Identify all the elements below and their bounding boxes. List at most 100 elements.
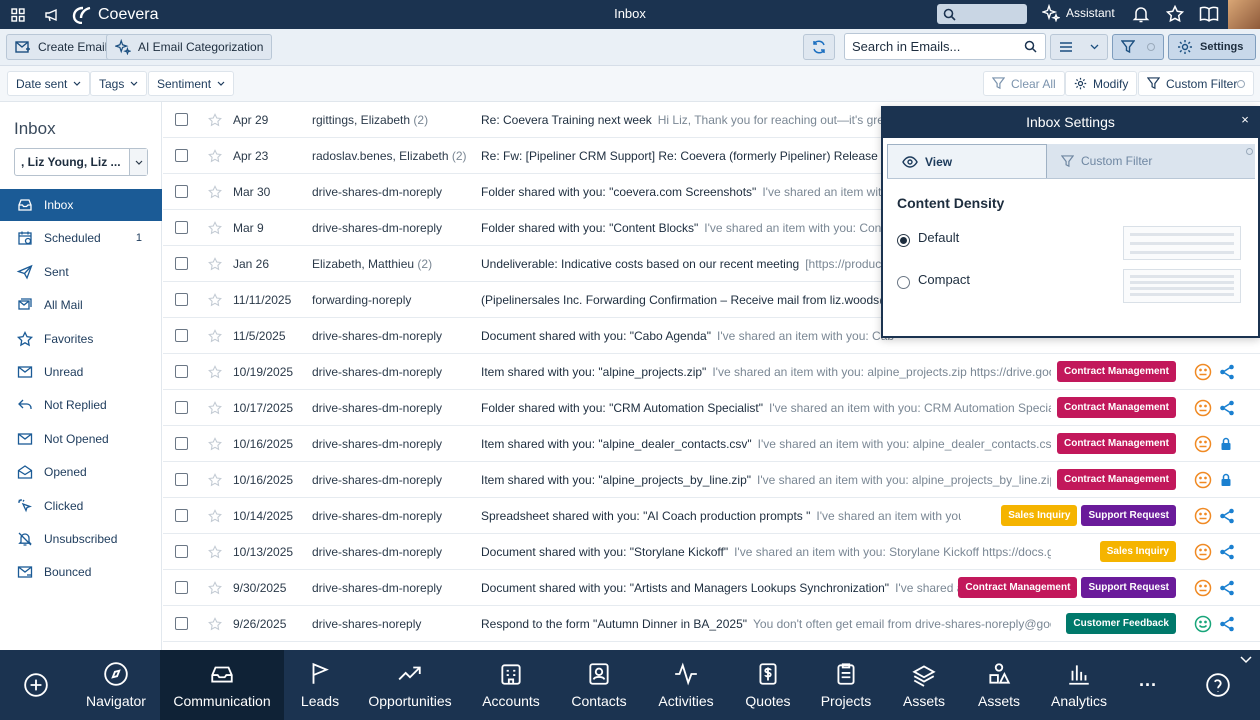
favorite-star-icon[interactable] [208, 472, 222, 487]
collapse-chevron-icon[interactable] [1240, 656, 1252, 664]
row-action[interactable] [1219, 544, 1235, 560]
category-tag[interactable]: Contract Management [1056, 397, 1176, 418]
modify-button[interactable]: Modify [1065, 71, 1138, 96]
apps-grid-icon[interactable] [7, 4, 29, 26]
email-row[interactable]: 9/30/2025 drive-shares-dm-noreply Document… [163, 570, 1260, 606]
settings-button[interactable]: Settings [1168, 34, 1256, 60]
brand-logo[interactable]: Coevera [71, 6, 158, 24]
category-tag[interactable]: Sales Inquiry [1099, 541, 1176, 562]
email-search-input[interactable]: Search in Emails... [844, 33, 1046, 60]
nav-activities[interactable]: Activities [640, 650, 732, 720]
refresh-button[interactable] [803, 34, 835, 60]
row-action[interactable] [1219, 616, 1235, 632]
tags-filter[interactable]: Tags [90, 71, 148, 96]
view-mode-dropdown[interactable] [1050, 34, 1108, 60]
favorite-star-icon[interactable] [208, 400, 222, 415]
global-search-input[interactable] [937, 4, 1027, 24]
close-icon[interactable]: × [1232, 106, 1258, 132]
category-tag[interactable]: Customer Feedback [1066, 613, 1176, 634]
ai-categorization-button[interactable]: AI Email Categorization [106, 34, 273, 60]
sentiment-indicator[interactable] [1194, 363, 1212, 381]
sidebar-item-scheduled[interactable]: Scheduled 1 [0, 222, 162, 254]
sentiment-indicator[interactable] [1194, 579, 1212, 597]
row-checkbox[interactable] [175, 329, 188, 342]
user-select[interactable]: , Liz Young, Liz ... [14, 148, 148, 176]
favorite-star-icon[interactable] [208, 148, 222, 163]
row-checkbox[interactable] [175, 617, 188, 630]
nav-assets[interactable]: Assets [888, 650, 960, 720]
sentiment-indicator[interactable] [1194, 543, 1212, 561]
row-action[interactable] [1219, 400, 1235, 416]
row-checkbox[interactable] [175, 473, 188, 486]
favorite-star-icon[interactable] [208, 616, 222, 631]
nav-analytics[interactable]: Analytics [1038, 650, 1120, 720]
email-row[interactable]: 10/16/2025 drive-shares-dm-noreply Item sh… [163, 426, 1260, 462]
sidebar-item-not-replied[interactable]: Not Replied [0, 389, 162, 421]
clear-all-button[interactable]: Clear All [983, 71, 1065, 96]
favorite-star-icon[interactable] [208, 220, 222, 235]
row-action[interactable] [1219, 508, 1235, 524]
assistant-button[interactable]: Assistant [1042, 4, 1115, 22]
row-checkbox[interactable] [175, 293, 188, 306]
sidebar-item-clicked[interactable]: Clicked [0, 490, 162, 522]
favorite-star-icon[interactable] [208, 436, 222, 451]
email-row[interactable]: 10/19/2025 drive-shares-dm-noreply Item sh… [163, 354, 1260, 390]
row-checkbox[interactable] [175, 221, 188, 234]
row-action[interactable] [1219, 437, 1233, 451]
sentiment-indicator[interactable] [1194, 507, 1212, 525]
sidebar-item-bounced[interactable]: Bounced [0, 556, 162, 588]
nav-leads[interactable]: Leads [284, 650, 356, 720]
sidebar-item-unread[interactable]: Unread [0, 356, 162, 388]
tab-view[interactable]: View [887, 144, 1047, 178]
favorite-star-icon[interactable] [208, 328, 222, 343]
nav-plus-circle[interactable] [0, 650, 72, 720]
sentiment-filter[interactable]: Sentiment [148, 71, 235, 96]
user-avatar[interactable] [1228, 0, 1260, 29]
favorite-star-icon[interactable] [208, 256, 222, 271]
row-action[interactable] [1219, 364, 1235, 380]
megaphone-icon[interactable] [41, 4, 63, 26]
favorite-star-icon[interactable] [208, 508, 222, 523]
favorite-star-icon[interactable] [208, 580, 222, 595]
category-tag[interactable]: Contract Management [1056, 361, 1176, 382]
row-checkbox[interactable] [175, 257, 188, 270]
category-tag[interactable]: Contract Management [1056, 469, 1176, 490]
email-row[interactable]: 10/13/2025 drive-shares-dm-noreply Documen… [163, 534, 1260, 570]
category-tag[interactable]: Contract Management [958, 577, 1078, 598]
category-tag[interactable]: Support Request [1081, 577, 1176, 598]
row-action[interactable] [1219, 580, 1235, 596]
nav-projects[interactable]: Projects [804, 650, 888, 720]
radio-selected[interactable] [897, 234, 910, 247]
row-checkbox[interactable] [175, 509, 188, 522]
sentiment-indicator[interactable] [1194, 615, 1212, 633]
category-tag[interactable]: Support Request [1081, 505, 1176, 526]
sentiment-indicator[interactable] [1194, 471, 1212, 489]
sentiment-indicator[interactable] [1194, 399, 1212, 417]
sidebar-item-all-mail[interactable]: All Mail [0, 289, 162, 321]
row-checkbox[interactable] [175, 185, 188, 198]
custom-filter-button[interactable]: Custom Filter [1138, 71, 1254, 96]
sidebar-item-favorites[interactable]: Favorites [0, 323, 162, 355]
email-row[interactable]: 10/14/2025 drive-shares-dm-noreply Spreads… [163, 498, 1260, 534]
sentiment-indicator[interactable] [1194, 435, 1212, 453]
row-checkbox[interactable] [175, 365, 188, 378]
row-checkbox[interactable] [175, 401, 188, 414]
favorite-star-icon[interactable] [208, 364, 222, 379]
row-action[interactable] [1219, 473, 1233, 487]
create-email-button[interactable]: Create Email [6, 34, 117, 60]
nav-assets[interactable]: Assets [960, 650, 1038, 720]
sidebar-item-sent[interactable]: Sent [0, 256, 162, 288]
row-checkbox[interactable] [175, 581, 188, 594]
bell-icon[interactable] [1130, 3, 1152, 25]
sidebar-item-unsubscribed[interactable]: Unsubscribed [0, 523, 162, 555]
nav-accounts[interactable]: Accounts [464, 650, 558, 720]
favorite-star-icon[interactable] [208, 292, 222, 307]
book-icon[interactable] [1198, 3, 1220, 25]
density-compact-option[interactable]: Compact [897, 272, 970, 289]
star-outline-icon[interactable] [1164, 3, 1186, 25]
favorite-star-icon[interactable] [208, 112, 222, 127]
email-row[interactable]: 10/17/2025 drive-shares-dm-noreply Folder … [163, 390, 1260, 426]
density-default-option[interactable]: Default [897, 230, 959, 247]
nav-navigator[interactable]: Navigator [72, 650, 160, 720]
nav-opportunities[interactable]: Opportunities [356, 650, 464, 720]
